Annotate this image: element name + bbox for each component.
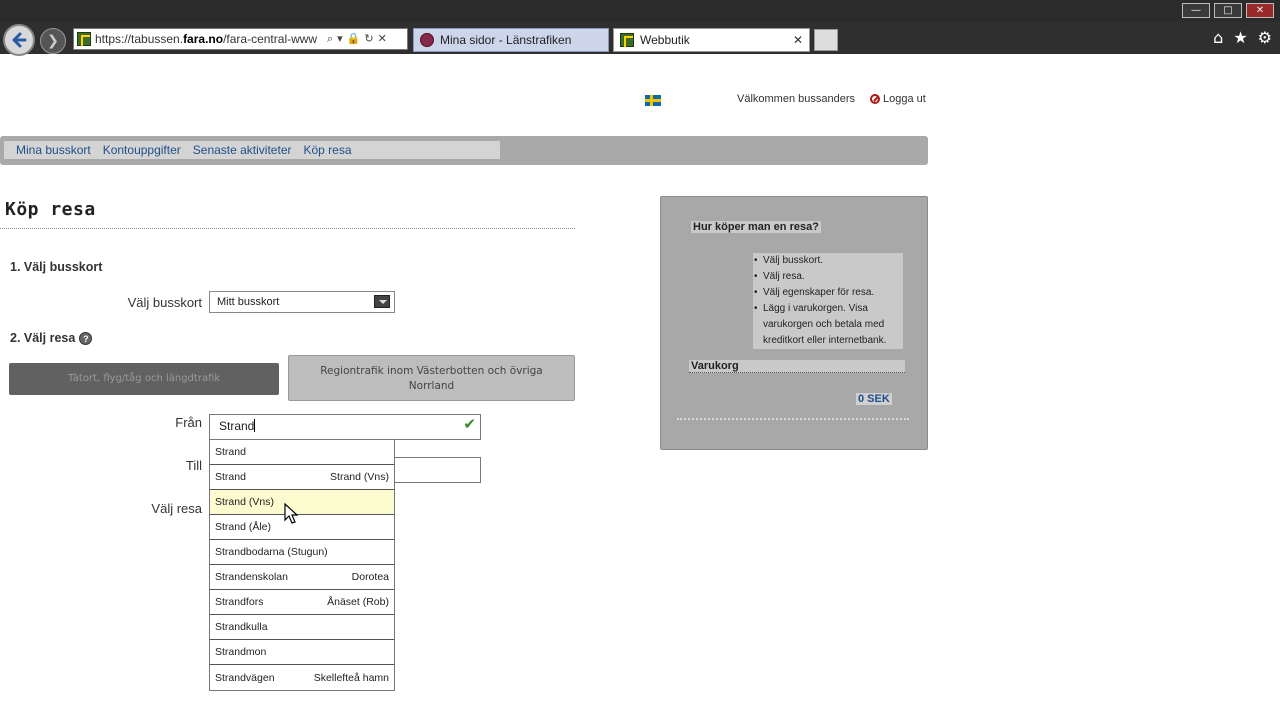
tab-label: Webbutik bbox=[640, 33, 690, 47]
autocomplete-item-name: Strand (Vns) bbox=[215, 496, 274, 508]
nav-senaste-aktiviteter[interactable]: Senaste aktiviteter bbox=[193, 143, 292, 157]
checkmark-icon: ✔ bbox=[463, 416, 476, 433]
help-step: Välj egenskaper för resa. bbox=[753, 285, 903, 301]
logout-link[interactable]: Logga ut bbox=[870, 93, 926, 105]
address-bar[interactable]: https://tabussen.fara.no/fara-central-ww… bbox=[73, 28, 408, 50]
title-divider bbox=[0, 228, 575, 229]
tab-regional-traffic[interactable]: Regiontrafik inom Västerbotten och övrig… bbox=[288, 355, 575, 401]
back-button[interactable] bbox=[3, 24, 35, 56]
navbar-links: Mina busskort Kontouppgifter Senaste akt… bbox=[4, 141, 500, 159]
step2-label: 2. Välj resa bbox=[10, 331, 76, 345]
trip-label: Välj resa bbox=[151, 501, 202, 516]
autocomplete-item[interactable]: Strand (Åle) bbox=[210, 515, 394, 540]
dropdown-arrow-icon[interactable] bbox=[374, 295, 390, 308]
autocomplete-item-name: Strand (Åle) bbox=[215, 521, 272, 533]
autocomplete-item[interactable]: Strandenskolan Dorotea bbox=[210, 565, 394, 590]
autocomplete-item-area: Ånäset (Rob) bbox=[327, 596, 389, 608]
tab-local-traffic[interactable]: Tätort, flyg/tåg och längdtrafik bbox=[9, 363, 279, 395]
nav-kop-resa[interactable]: Köp resa bbox=[303, 143, 351, 157]
tab-label: Mina sidor - Länstrafiken bbox=[440, 33, 572, 47]
site-favicon-icon bbox=[77, 32, 91, 46]
step1-heading: 1. Välj busskort bbox=[10, 260, 103, 274]
page-title: Köp resa bbox=[5, 199, 96, 220]
gear-icon[interactable]: ⚙ bbox=[1258, 28, 1272, 47]
arrow-left-icon bbox=[12, 32, 27, 48]
logout-label: Logga ut bbox=[883, 93, 926, 105]
lock-icon[interactable]: 🔒 bbox=[347, 32, 361, 46]
window-controls: — □ ✕ bbox=[1182, 3, 1274, 18]
cart-divider bbox=[677, 418, 909, 420]
home-icon[interactable]: ⌂ bbox=[1213, 28, 1223, 47]
arrow-right-icon: ❯ bbox=[47, 33, 59, 49]
nav-kontouppgifter[interactable]: Kontouppgifter bbox=[103, 143, 181, 157]
busskort-selected-value: Mitt busskort bbox=[217, 296, 280, 308]
autocomplete-item-name: Strand bbox=[215, 471, 246, 483]
autocomplete-item[interactable]: Strandfors Ånäset (Rob) bbox=[210, 590, 394, 615]
autocomplete-item-area: Skellefteå hamn bbox=[313, 671, 389, 684]
help-heading: Hur köper man en resa? bbox=[691, 221, 821, 233]
swedish-flag-icon[interactable] bbox=[645, 95, 661, 106]
browser-tab-active[interactable]: Webbutik ✕ bbox=[613, 28, 810, 52]
step2-heading: 2. Välj resa? bbox=[10, 331, 93, 346]
mouse-pointer-icon bbox=[284, 503, 298, 524]
help-step: Lägg i varukorgen. Visa varukorgen och b… bbox=[753, 301, 903, 349]
chevron-down-icon[interactable]: ▾ bbox=[337, 32, 343, 46]
autocomplete-item-area: Dorotea bbox=[351, 571, 389, 583]
help-panel: Hur köper man en resa? Välj busskort. Vä… bbox=[660, 196, 928, 450]
new-tab-button[interactable] bbox=[814, 29, 838, 51]
maximize-button[interactable]: □ bbox=[1214, 3, 1242, 18]
refresh-icon[interactable]: ↻ bbox=[364, 32, 373, 46]
autocomplete-item-name: Strandmon bbox=[215, 646, 267, 658]
autocomplete-item-name: Strand bbox=[215, 446, 246, 458]
help-icon[interactable]: ? bbox=[79, 332, 93, 346]
from-label: Från bbox=[175, 415, 202, 430]
main-navbar: Mina busskort Kontouppgifter Senaste akt… bbox=[0, 136, 928, 165]
autocomplete-item-name: Strandfors bbox=[215, 596, 264, 608]
autocomplete-item-name: Strandvägen bbox=[215, 671, 275, 684]
browser-tab[interactable]: Mina sidor - Länstrafiken bbox=[413, 28, 609, 52]
help-steps: Välj busskort. Välj resa. Välj egenskape… bbox=[753, 253, 903, 349]
search-icon[interactable]: ⌕ bbox=[327, 32, 333, 46]
tab-favicon-icon bbox=[420, 33, 434, 47]
window-titlebar: — □ ✕ bbox=[0, 0, 1280, 22]
help-step: Välj resa. bbox=[753, 269, 903, 285]
autocomplete-item-name: Strandbodarna (Stugun) bbox=[215, 546, 328, 558]
to-label: Till bbox=[185, 458, 202, 473]
autocomplete-dropdown: Strand Strand Strand (Vns) Strand (Vns) Stra… bbox=[209, 439, 395, 691]
autocomplete-item[interactable]: Strandbodarna (Stugun) bbox=[210, 540, 394, 565]
cart-total[interactable]: 0 SEK bbox=[856, 393, 892, 405]
autocomplete-item-name: Strandenskolan bbox=[215, 571, 288, 583]
nav-mina-busskort[interactable]: Mina busskort bbox=[16, 143, 91, 157]
cart-heading: Varukorg bbox=[689, 360, 905, 373]
autocomplete-item[interactable]: Strandmon bbox=[210, 640, 394, 665]
stop-icon[interactable]: ✕ bbox=[378, 32, 387, 46]
from-input[interactable]: Strand ✔ bbox=[209, 414, 481, 440]
logout-icon bbox=[870, 94, 880, 104]
minimize-button[interactable]: — bbox=[1182, 3, 1210, 18]
text-caret bbox=[254, 419, 256, 432]
autocomplete-item[interactable]: Strand Strand (Vns) bbox=[210, 465, 394, 490]
autocomplete-item[interactable]: Strandvägen Skellefteå hamn bbox=[210, 665, 394, 690]
from-input-value: Strand bbox=[219, 419, 255, 433]
autocomplete-item-name: Strandkulla bbox=[215, 621, 268, 633]
autocomplete-item-area: Strand (Vns) bbox=[330, 471, 389, 483]
autocomplete-item[interactable]: Strandkulla bbox=[210, 615, 394, 640]
star-icon[interactable]: ★ bbox=[1233, 28, 1247, 47]
autocomplete-item[interactable]: Strand (Vns) bbox=[210, 490, 394, 515]
close-icon[interactable]: ✕ bbox=[793, 33, 803, 47]
help-step: Välj busskort. bbox=[753, 253, 903, 269]
close-window-button[interactable]: ✕ bbox=[1246, 3, 1274, 18]
tab-favicon-icon bbox=[620, 33, 634, 47]
busskort-select[interactable]: Mitt busskort bbox=[209, 291, 395, 313]
forward-button[interactable]: ❯ bbox=[40, 28, 66, 54]
card-label: Välj busskort bbox=[127, 295, 202, 310]
browser-right-toolbar: ⌂ ★ ⚙ bbox=[1213, 28, 1272, 47]
welcome-text: Välkommen bussanders bbox=[737, 93, 856, 105]
autocomplete-item[interactable]: Strand bbox=[210, 440, 394, 465]
url-text[interactable]: https://tabussen.fara.no/fara-central-ww… bbox=[95, 32, 323, 46]
address-bar-icons: ⌕ ▾ 🔒 ↻ ✕ bbox=[327, 32, 387, 46]
